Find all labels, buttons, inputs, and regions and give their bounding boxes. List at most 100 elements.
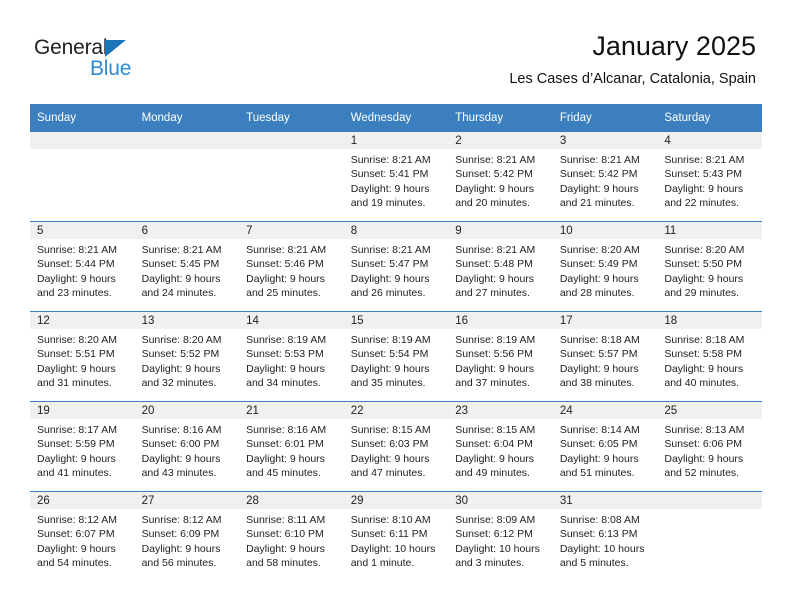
day-cell-inner: 25 Sunrise: 8:13 AM Sunset: 6:06 PM Dayligh… <box>657 402 762 491</box>
calendar-day-cell[interactable]: 10 Sunrise: 8:20 AM Sunset: 5:49 PM Dayligh… <box>552 221 658 312</box>
title-block: January 2025 Les Cases d’Alcanar, Catalo… <box>509 30 756 89</box>
calendar-day-cell[interactable]: 15 Sunrise: 8:19 AM Sunset: 5:54 PM Dayligh… <box>343 311 449 402</box>
calendar-day-cell[interactable]: 28 Sunrise: 8:11 AM Sunset: 6:10 PM Dayligh… <box>239 491 344 581</box>
day-detail-line: and 22 minutes. <box>664 197 740 210</box>
day-number: 23 <box>448 402 553 419</box>
calendar-day-cell-empty <box>657 491 762 581</box>
day-cell-inner <box>134 132 240 221</box>
day-number: 25 <box>657 402 762 419</box>
day-detail-line: and 51 minutes. <box>559 467 635 480</box>
day-details: Sunrise: 8:21 AM Sunset: 5:46 PM Daylight:… <box>239 239 344 301</box>
day-cell-inner: 28 Sunrise: 8:11 AM Sunset: 6:10 PM Dayligh… <box>239 492 344 581</box>
day-detail-line: Sunset: 5:45 PM <box>141 258 220 271</box>
calendar-day-cell[interactable]: 19 Sunrise: 8:17 AM Sunset: 5:59 PM Dayligh… <box>30 401 135 492</box>
day-detail-line: Sunset: 5:52 PM <box>141 348 220 361</box>
day-number: 27 <box>134 492 240 509</box>
day-cell-inner: 23 Sunrise: 8:15 AM Sunset: 6:04 PM Dayligh… <box>448 402 553 491</box>
day-detail-line: Sunrise: 8:19 AM <box>455 334 536 346</box>
day-detail-line: and 56 minutes. <box>141 557 217 570</box>
day-cell-inner: 21 Sunrise: 8:16 AM Sunset: 6:01 PM Dayligh… <box>239 402 344 491</box>
day-cell-inner: 12 Sunrise: 8:20 AM Sunset: 5:51 PM Dayligh… <box>30 312 135 401</box>
day-detail-line: and 40 minutes. <box>664 377 740 390</box>
calendar-day-cell[interactable]: 18 Sunrise: 8:18 AM Sunset: 5:58 PM Dayligh… <box>657 311 762 402</box>
day-detail-line: Daylight: 9 hours <box>37 542 116 555</box>
calendar-day-cell[interactable]: 16 Sunrise: 8:19 AM Sunset: 5:56 PM Dayligh… <box>448 311 553 402</box>
day-number: 24 <box>552 402 658 419</box>
calendar-day-cell[interactable]: 23 Sunrise: 8:15 AM Sunset: 6:04 PM Dayligh… <box>448 401 553 492</box>
calendar-week-row: 19 Sunrise: 8:17 AM Sunset: 5:59 PM Dayligh… <box>30 401 762 492</box>
calendar-day-cell[interactable]: 4 Sunrise: 8:21 AM Sunset: 5:43 PM Daylight… <box>657 132 762 222</box>
day-cell-inner <box>657 492 762 581</box>
day-detail-line: Sunset: 5:42 PM <box>559 168 638 181</box>
day-cell-inner: 8 Sunrise: 8:21 AM Sunset: 5:47 PM Daylight… <box>343 222 449 311</box>
calendar-day-cell[interactable]: 20 Sunrise: 8:16 AM Sunset: 6:00 PM Dayligh… <box>134 401 240 492</box>
day-number: 7 <box>239 222 344 239</box>
day-number: 8 <box>343 222 449 239</box>
day-detail-line: Sunset: 5:46 PM <box>246 258 324 271</box>
calendar-day-cell[interactable]: 29 Sunrise: 8:10 AM Sunset: 6:11 PM Dayligh… <box>343 491 449 581</box>
calendar-day-cell[interactable]: 31 Sunrise: 8:08 AM Sunset: 6:13 PM Dayligh… <box>552 491 658 581</box>
day-number: 29 <box>343 492 449 509</box>
day-detail-line: Daylight: 9 hours <box>559 362 639 375</box>
calendar-day-cell[interactable]: 17 Sunrise: 8:18 AM Sunset: 5:57 PM Dayligh… <box>552 311 658 402</box>
day-details: Sunrise: 8:19 AM Sunset: 5:53 PM Daylight:… <box>239 329 344 391</box>
day-detail-line: and 38 minutes. <box>559 377 635 390</box>
calendar-day-cell[interactable]: 12 Sunrise: 8:20 AM Sunset: 5:51 PM Dayligh… <box>30 311 135 402</box>
calendar-day-cell[interactable]: 2 Sunrise: 8:21 AM Sunset: 5:42 PM Daylight… <box>448 132 553 222</box>
calendar-day-cell[interactable]: 7 Sunrise: 8:21 AM Sunset: 5:46 PM Daylight… <box>239 221 344 312</box>
calendar-day-cell[interactable]: 9 Sunrise: 8:21 AM Sunset: 5:48 PM Daylight… <box>448 221 553 312</box>
calendar-day-cell[interactable]: 3 Sunrise: 8:21 AM Sunset: 5:42 PM Daylight… <box>552 132 658 222</box>
calendar-day-cell[interactable]: 25 Sunrise: 8:13 AM Sunset: 6:06 PM Dayligh… <box>657 401 762 492</box>
day-detail-line: Sunset: 6:01 PM <box>246 438 324 451</box>
day-detail-line: Sunrise: 8:11 AM <box>246 514 326 526</box>
weekday-header-thursday: Thursday <box>448 104 553 132</box>
day-detail-line: Daylight: 9 hours <box>350 272 430 285</box>
calendar-day-cell[interactable]: 30 Sunrise: 8:09 AM Sunset: 6:12 PM Dayligh… <box>448 491 553 581</box>
weekday-header-row: Sunday Monday Tuesday Wednesday Thursday Frid… <box>30 104 762 132</box>
day-detail-line: Sunset: 6:09 PM <box>141 528 220 541</box>
calendar-day-cell[interactable]: 5 Sunrise: 8:21 AM Sunset: 5:44 PM Daylight… <box>30 221 135 312</box>
day-detail-line: Sunset: 5:49 PM <box>559 258 638 271</box>
calendar-day-cell[interactable]: 24 Sunrise: 8:14 AM Sunset: 6:05 PM Dayligh… <box>552 401 658 492</box>
day-cell-inner: 11 Sunrise: 8:20 AM Sunset: 5:50 PM Dayligh… <box>657 222 762 311</box>
day-details: Sunrise: 8:11 AM Sunset: 6:10 PM Daylight:… <box>239 509 344 571</box>
calendar-day-cell[interactable]: 11 Sunrise: 8:20 AM Sunset: 5:50 PM Dayligh… <box>657 221 762 312</box>
day-detail-line: Sunrise: 8:16 AM <box>141 424 222 436</box>
weekday-header-friday: Friday <box>552 104 658 132</box>
day-detail-line: Daylight: 9 hours <box>455 362 535 375</box>
day-details: Sunrise: 8:21 AM Sunset: 5:47 PM Daylight:… <box>344 239 449 301</box>
weekday-header-monday: Monday <box>134 104 240 132</box>
day-details: Sunrise: 8:21 AM Sunset: 5:44 PM Daylight:… <box>30 239 135 301</box>
day-detail-line: Sunset: 6:10 PM <box>246 528 324 541</box>
day-detail-line: Sunset: 6:12 PM <box>455 528 533 541</box>
day-details: Sunrise: 8:12 AM Sunset: 6:07 PM Daylight:… <box>30 509 135 571</box>
calendar-page: General Blue January 2025 Les Cases d’Al… <box>0 0 792 612</box>
day-details: Sunrise: 8:20 AM Sunset: 5:51 PM Daylight:… <box>30 329 135 391</box>
day-detail-line: Sunset: 6:00 PM <box>141 438 220 451</box>
day-cell-inner: 27 Sunrise: 8:12 AM Sunset: 6:09 PM Dayligh… <box>134 492 240 581</box>
day-number: 15 <box>343 312 449 329</box>
day-detail-line: and 28 minutes. <box>559 287 635 300</box>
calendar-day-cell[interactable]: 13 Sunrise: 8:20 AM Sunset: 5:52 PM Dayligh… <box>134 311 240 402</box>
day-details: Sunrise: 8:19 AM Sunset: 5:56 PM Daylight:… <box>448 329 553 391</box>
calendar-day-cell[interactable]: 1 Sunrise: 8:21 AM Sunset: 5:41 PM Daylight… <box>343 132 449 222</box>
day-number: 13 <box>134 312 240 329</box>
day-number: 3 <box>552 132 658 149</box>
calendar-day-cell[interactable]: 26 Sunrise: 8:12 AM Sunset: 6:07 PM Dayligh… <box>30 491 135 581</box>
day-detail-line: Daylight: 9 hours <box>246 362 325 375</box>
calendar-day-cell[interactable]: 6 Sunrise: 8:21 AM Sunset: 5:45 PM Daylight… <box>134 221 240 312</box>
weekday-header-tuesday: Tuesday <box>239 104 344 132</box>
day-detail-line: Sunrise: 8:12 AM <box>37 514 117 526</box>
day-details: Sunrise: 8:09 AM Sunset: 6:12 PM Daylight:… <box>448 509 553 571</box>
day-detail-line: Sunset: 5:54 PM <box>350 348 429 361</box>
calendar-day-cell[interactable]: 21 Sunrise: 8:16 AM Sunset: 6:01 PM Dayligh… <box>239 401 344 492</box>
day-detail-line: Sunrise: 8:18 AM <box>559 334 640 346</box>
day-detail-line: Daylight: 9 hours <box>37 452 116 465</box>
day-detail-line: Sunrise: 8:21 AM <box>664 154 745 166</box>
calendar-day-cell[interactable]: 8 Sunrise: 8:21 AM Sunset: 5:47 PM Daylight… <box>343 221 449 312</box>
calendar-day-cell[interactable]: 22 Sunrise: 8:15 AM Sunset: 6:03 PM Dayligh… <box>343 401 449 492</box>
calendar-day-cell[interactable]: 27 Sunrise: 8:12 AM Sunset: 6:09 PM Dayligh… <box>134 491 240 581</box>
calendar-day-cell[interactable]: 14 Sunrise: 8:19 AM Sunset: 5:53 PM Dayligh… <box>239 311 344 402</box>
day-detail-line: Sunset: 5:51 PM <box>37 348 115 361</box>
day-detail-line: Daylight: 9 hours <box>246 542 325 555</box>
